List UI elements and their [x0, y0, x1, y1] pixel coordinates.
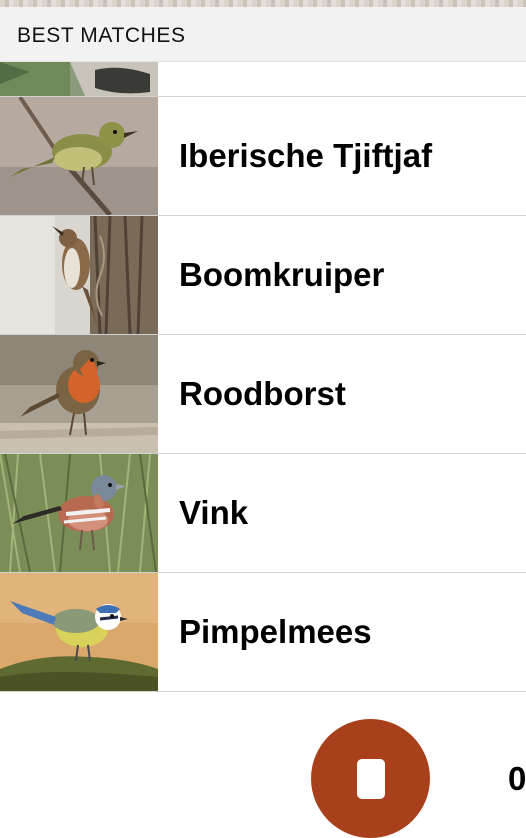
iberian-chiffchaff-photo-icon	[0, 97, 158, 215]
match-name: Roodborst	[179, 375, 346, 412]
stop-icon	[357, 759, 385, 799]
list-item-vink[interactable]: Vink	[0, 454, 526, 573]
matches-list[interactable]: Iberische Tjiftjaf Boomkruiper Roodborst…	[0, 62, 526, 692]
chaffinch-photo-icon	[0, 454, 158, 572]
list-item-roodborst[interactable]: Roodborst	[0, 335, 526, 454]
top-image-strip	[0, 0, 526, 7]
match-name: Pimpelmees	[179, 613, 372, 650]
section-header: BEST MATCHES	[0, 7, 526, 62]
match-name: Iberische Tjiftjaf	[179, 137, 433, 174]
list-item-boomkruiper[interactable]: Boomkruiper	[0, 216, 526, 335]
blue-tit-photo-icon	[0, 573, 158, 691]
treecreeper-photo-icon	[0, 216, 158, 334]
robin-photo-icon	[0, 335, 158, 453]
list-item-iberische-tjiftjaf[interactable]: Iberische Tjiftjaf	[0, 97, 526, 216]
list-item-pimpelmees[interactable]: Pimpelmees	[0, 573, 526, 692]
match-name: Vink	[179, 494, 249, 531]
recording-timer: 0	[508, 760, 526, 797]
list-item-partial[interactable]	[0, 62, 526, 97]
bird-photo-icon	[0, 62, 158, 96]
match-name: Boomkruiper	[179, 256, 385, 293]
stop-recording-button[interactable]	[311, 719, 430, 838]
section-title: BEST MATCHES	[17, 24, 186, 47]
